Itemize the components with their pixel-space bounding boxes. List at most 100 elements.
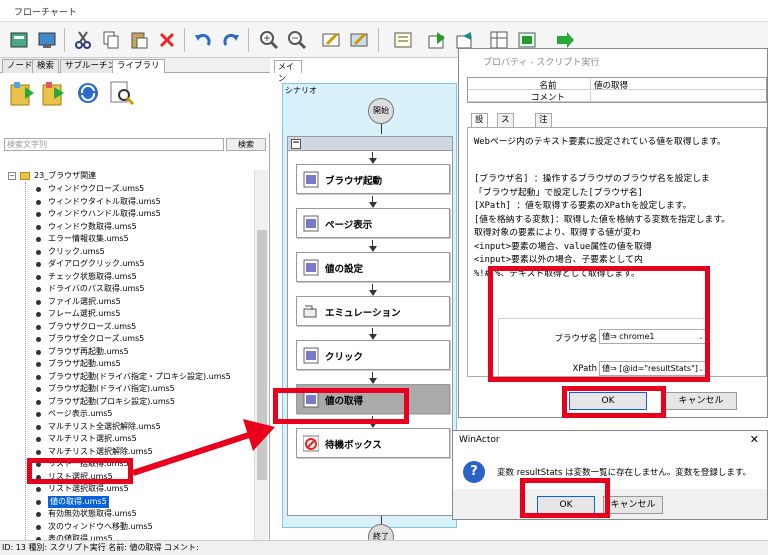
tree-item[interactable]: ウィンドウタイトル取得.ums5 <box>0 196 254 209</box>
zoom-in-icon[interactable] <box>256 27 282 53</box>
property-row-comment: コメント <box>468 90 766 103</box>
delete-icon[interactable] <box>154 27 180 53</box>
library-search-icon[interactable] <box>108 79 136 107</box>
tree-item-label: 有効無効状態取得.ums5 <box>48 509 137 518</box>
message-cancel-button[interactable]: キャンセル <box>603 496 663 514</box>
script-icon <box>303 259 319 276</box>
tree-item[interactable]: ブラウザクローズ.ums5 <box>0 321 254 334</box>
comment-value[interactable] <box>590 91 594 102</box>
left-panel-tabs: ノード 検索 サブルーチン ライブラリ <box>0 58 270 74</box>
edit-node-icon[interactable] <box>318 27 344 53</box>
library-import-icon[interactable] <box>40 79 68 107</box>
bullet-icon <box>36 399 41 405</box>
tree-folder-browser[interactable]: − 23_ブラウザ関連 <box>0 170 254 183</box>
tree-item-label: 表の値取得.ums5 <box>48 534 113 540</box>
flow-node[interactable]: 値の設定 <box>296 252 450 282</box>
bullet-icon <box>36 337 41 342</box>
tree-item-label: フレーム選択.ums5 <box>48 309 121 318</box>
undo-icon[interactable] <box>190 27 216 53</box>
tab-main[interactable]: メイン <box>274 60 302 83</box>
flow-node-label: エミュレーション <box>325 308 401 319</box>
scenario-label: シナリオ <box>285 86 317 95</box>
property-dialog-title: プロパティ - スクリプト実行 <box>483 58 600 68</box>
tab-search[interactable]: 検索 <box>32 59 60 73</box>
tree-item[interactable]: 有効無効状態取得.ums5 <box>0 508 254 521</box>
bullet-icon <box>36 187 41 192</box>
tree-item[interactable]: ドライバのパス取得.ums5 <box>0 283 254 296</box>
tree-item[interactable]: 表の値取得.ums5 <box>0 533 254 540</box>
tree-item[interactable]: ウィンドウクローズ.ums5 <box>0 183 254 196</box>
tree-item[interactable]: ブラウザ起動(ドライバ指定・プロキシ設定).ums5 <box>0 371 254 384</box>
tree-item-label: ウィンドウ数取得.ums5 <box>48 221 137 231</box>
tree-item[interactable]: ブラウザ再起動.ums5 <box>0 346 254 359</box>
paste-icon[interactable] <box>126 27 152 53</box>
tree-item[interactable]: ウィンドウ数取得.ums5 <box>0 221 254 234</box>
script-icon <box>303 171 319 188</box>
flow-node-label: 待機ボックス <box>325 440 382 451</box>
tree-item-label: ブラウザ再起動.ums5 <box>48 346 129 356</box>
node-group[interactable]: − ブラウザ起動 ページ表示 値の設定 エミュレーション クリック 値の取得 待機ボックス <box>287 136 453 516</box>
bullet-icon <box>36 262 41 267</box>
tree-item[interactable]: フレーム選択.ums5 <box>0 308 254 321</box>
scenario-container: シナリオ 開始 − ブラウザ起動 ページ表示 値の設定 エミュレーション クリック 値の取… <box>282 83 457 550</box>
note-icon[interactable] <box>390 27 416 53</box>
flow-node[interactable]: ブラウザ起動 <box>296 164 450 194</box>
description-line: [ブラウザ名] ：操作するブラウザのブラウザ名を設定しま <box>474 174 710 184</box>
tree-item[interactable]: ファイル選択.ums5 <box>0 296 254 309</box>
name-value[interactable]: 値の取得 <box>590 79 628 91</box>
tree-item-label: ブラウザクローズ.ums5 <box>48 321 137 331</box>
bullet-icon <box>36 299 41 305</box>
library-refresh-icon[interactable] <box>74 79 102 107</box>
collapse-group-icon[interactable]: − <box>291 139 301 149</box>
bullet-icon <box>36 287 41 292</box>
tab-script[interactable]: スクリプト <box>497 113 514 177</box>
close-icon[interactable]: ✕ <box>750 433 759 446</box>
property-table: 名前 値の取得 コメント <box>467 77 767 103</box>
collapse-icon[interactable]: − <box>8 172 16 180</box>
tree-item[interactable]: ブラウザ起動.ums5 <box>0 358 254 371</box>
message-text: 変数 resultStats は変数一覧に存在しません。変数を登録します。 <box>497 468 752 478</box>
tree-item-label: ブラウザ起動(ドライバ指定).ums5 <box>48 384 175 393</box>
import-icon[interactable] <box>424 27 450 53</box>
tree-item[interactable]: ブラウザ起動(ドライバ指定).ums5 <box>0 383 254 396</box>
description-line: [XPath] ：値を取得する要素のXPathを設定します。 <box>474 201 692 211</box>
winactor-message-box: WinActor ✕ ? 変数 resultStats は変数一覧に存在しません… <box>452 430 768 520</box>
tree-item-label: ウィンドウタイトル取得.ums5 <box>48 196 161 206</box>
tree-item[interactable]: クリック.ums5 <box>0 246 254 259</box>
description-line: 取得対象の要素により、取得する値が変わ <box>474 228 641 238</box>
flow-node[interactable]: エミュレーション <box>296 296 450 326</box>
tab-settings[interactable]: 設定 <box>471 113 488 138</box>
flow-node[interactable]: ページ表示 <box>296 208 450 238</box>
flow-node[interactable]: 待機ボックス <box>296 428 450 458</box>
tree-item-label: ブラウザ起動(ドライバ指定・プロキシ設定).ums5 <box>48 371 231 381</box>
tree-item[interactable]: チェック状態取得.ums5 <box>0 271 254 284</box>
redo-icon[interactable] <box>218 27 244 53</box>
library-folder-icon[interactable] <box>8 79 36 107</box>
tree-item[interactable]: ダイアログクリック.ums5 <box>0 258 254 271</box>
tree-item[interactable]: 値の取得.ums5 <box>0 495 254 508</box>
tree-item-label: ファイル選択.ums5 <box>48 296 121 306</box>
bullet-icon <box>36 449 41 455</box>
cut-icon[interactable] <box>70 27 96 53</box>
library-search-input[interactable]: 検索文字列 <box>4 138 224 151</box>
tree-item[interactable]: 次のウィンドウへ移動.ums5 <box>0 521 254 534</box>
tree-item[interactable]: ブラウザ全クローズ.ums5 <box>0 333 254 346</box>
tab-library[interactable]: ライブラリ <box>112 59 165 74</box>
library-search-button[interactable]: 検索 <box>226 138 266 151</box>
zoom-out-icon[interactable] <box>284 27 310 53</box>
property-cancel-button[interactable]: キャンセル <box>665 392 737 410</box>
tree-item[interactable]: ブラウザ起動(プロキシ設定).ums5 <box>0 396 254 409</box>
copy-icon[interactable] <box>98 27 124 53</box>
tree-item[interactable]: ウィンドウハンドル取得.ums5 <box>0 208 254 221</box>
tree-item-label: ダイアログクリック.ums5 <box>48 259 145 268</box>
bullet-icon <box>36 349 41 355</box>
screen-icon[interactable] <box>34 27 60 53</box>
description-line: [値を格納する変数]：取得した値を格納する変数を指定します。 <box>474 214 731 225</box>
tab-annotation[interactable]: 注釈 <box>535 113 552 138</box>
edit-group-icon[interactable] <box>346 27 372 53</box>
flowchart-icon[interactable] <box>6 27 32 53</box>
start-node[interactable]: 開始 <box>368 98 394 124</box>
tree-item[interactable]: エラー情報収集.ums5 <box>0 233 254 246</box>
flow-node[interactable]: クリック <box>296 340 450 370</box>
bullet-icon <box>36 249 41 255</box>
